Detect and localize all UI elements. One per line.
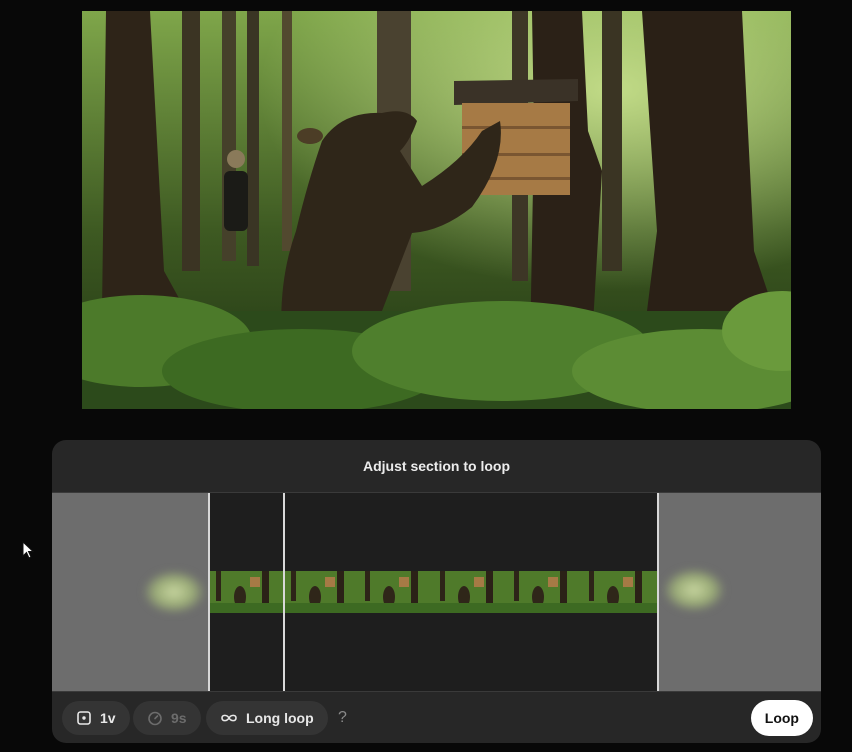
film-frame [433, 571, 509, 613]
film-frame [582, 571, 658, 613]
loop-mode-selector[interactable]: Long loop [206, 701, 328, 735]
film-frame [284, 571, 360, 613]
duration-label: 9s [171, 710, 187, 726]
stopwatch-icon [148, 711, 162, 726]
controls-bar: 1v 9s Long loop ? Loop [52, 691, 821, 743]
film-frame [359, 571, 434, 613]
film-frame [210, 571, 285, 613]
filmstrip [210, 571, 658, 613]
loop-button[interactable]: Loop [750, 700, 813, 736]
infinity-icon [221, 714, 237, 722]
duration-selector[interactable]: 9s [133, 701, 201, 735]
bear-forest-image [82, 11, 791, 409]
panel-title: Adjust section to loop [363, 458, 510, 474]
excluded-region-right [658, 493, 821, 692]
loop-editor-panel: Adjust section to loop 1v 9s Long loop ?… [52, 440, 821, 743]
help-button[interactable]: ? [338, 709, 347, 727]
video-loop-editor: Adjust section to loop 1v 9s Long loop ?… [0, 0, 852, 752]
video-preview [82, 11, 791, 409]
loop-end-handle[interactable] [657, 493, 659, 692]
loop-mode-label: Long loop [246, 710, 314, 726]
mouse-pointer-icon [22, 541, 35, 559]
film-frame [508, 571, 583, 613]
timeline-track[interactable] [52, 492, 821, 692]
square-dot-icon [77, 711, 91, 725]
version-label: 1v [100, 710, 116, 726]
playhead[interactable] [283, 493, 285, 692]
loop-start-handle[interactable] [208, 493, 210, 692]
excluded-region-left [52, 493, 208, 692]
version-selector[interactable]: 1v [62, 701, 130, 735]
